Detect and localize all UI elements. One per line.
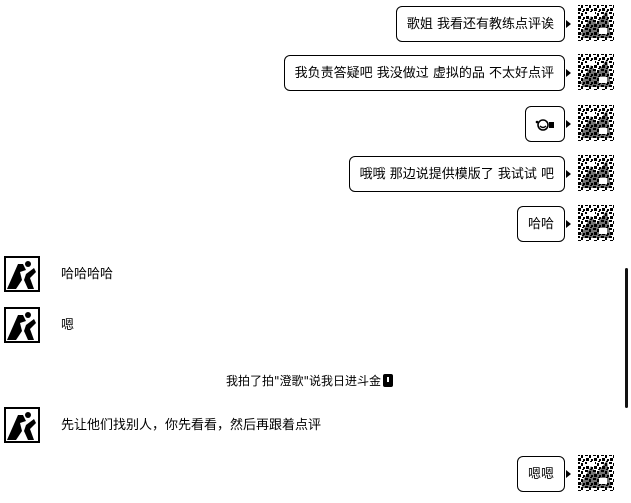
figure-avatar-icon [4,307,40,343]
message-text: 我负责答疑吧 我没做过 虚拟的品 不太好点评 [294,65,554,81]
message-bubble-outgoing[interactable]: 哈哈 [516,206,572,242]
contact-avatar[interactable] [4,407,40,443]
message-bubble-outgoing[interactable] [525,106,571,142]
system-message: 我拍了拍"澄歌"说我日进斗金 [0,372,631,389]
self-avatar[interactable] [577,53,615,91]
system-message-text: 我拍了拍"澄歌"说我日进斗金 [225,374,382,388]
phone-icon [383,374,394,387]
contact-avatar[interactable] [4,307,40,343]
chat-window: 歌姐 我看还有教练点评诶 我负责答疑吧 我没做过 虚拟的品 不太好点评 哦哦 那… [0,0,631,503]
message-text: 哈哈 [527,216,554,232]
message-bubble-outgoing[interactable]: 哦哦 那边说提供模版了 我试试 吧 [348,156,572,192]
scrollbar[interactable] [625,268,628,408]
emoji-sticker-icon [535,119,554,131]
speckled-avatar-icon [578,5,614,41]
self-avatar[interactable] [577,454,615,492]
self-avatar[interactable] [577,4,615,42]
speckled-avatar-icon [578,54,614,90]
message-text: 哦哦 那边说提供模版了 我试试 吧 [359,166,554,182]
contact-avatar[interactable] [4,256,40,292]
speckled-avatar-icon [578,105,614,141]
speckled-avatar-icon [578,205,614,241]
figure-avatar-icon [4,407,40,443]
message-text: 歌姐 我看还有教练点评诶 [406,16,554,32]
message-text-incoming: 先让他们找别人，你先看看，然后再跟着点评 [61,418,322,433]
speckled-avatar-icon [578,455,614,491]
speckled-avatar-icon [578,155,614,191]
self-avatar[interactable] [577,104,615,142]
message-text-incoming: 哈哈哈哈 [61,267,114,282]
message-text: 嗯嗯 [527,466,554,482]
self-avatar[interactable] [577,204,615,242]
message-bubble-outgoing[interactable]: 我负责答疑吧 我没做过 虚拟的品 不太好点评 [283,55,572,91]
self-avatar[interactable] [577,154,615,192]
message-text-incoming: 嗯 [61,318,75,333]
message-bubble-outgoing[interactable]: 嗯嗯 [516,456,572,492]
figure-avatar-icon [4,256,40,292]
message-bubble-outgoing[interactable]: 歌姐 我看还有教练点评诶 [395,6,572,42]
